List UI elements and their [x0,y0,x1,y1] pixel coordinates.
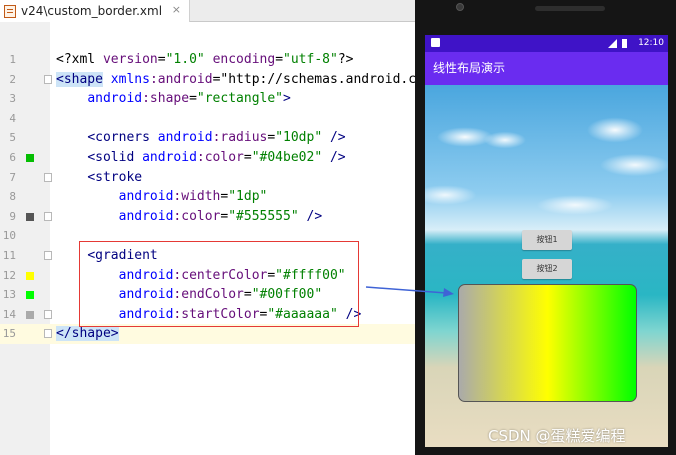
color-swatch-icon[interactable] [26,310,34,319]
color-swatch-icon[interactable] [26,291,34,300]
code-text: <stroke [87,169,143,185]
code-line[interactable]: 9 android:color="#555555" /> [0,207,415,227]
code-line[interactable]: 7 <stroke [0,168,415,188]
app-title-bar: 线性布局演示 [425,52,668,85]
fold-marker-icon[interactable] [44,329,52,339]
notification-icon [431,38,440,47]
status-time: 12:10 [638,38,664,48]
line-number: 11 [2,249,16,262]
beach-background-image: 按钮1 按钮2 [425,85,668,447]
code-text: android:shape="rectangle"> [87,91,291,107]
watermark: CSDN @蛋糕爱编程 [488,427,626,445]
gradient-highlight-box [79,241,359,327]
line-number: 7 [9,170,16,184]
button-1[interactable]: 按钮1 [522,230,572,250]
fold-marker-icon[interactable] [44,309,52,319]
file-tab-label: v24\custom_border.xml [21,4,163,18]
code-line[interactable]: 6 <solid android:color="#04be02" /> [0,148,415,168]
line-number: 2 [9,72,16,86]
line-number: 3 [9,92,16,106]
code-line[interactable]: 15 </shape> [0,324,415,344]
line-number: 12 [2,268,16,282]
app-title: 线性布局演示 [433,61,506,75]
line-number: 6 [9,151,16,164]
line-number: 14 [2,307,16,321]
line-number: 8 [9,190,16,204]
code-line[interactable]: 3 android:shape="rectangle"> [0,89,415,109]
code-line[interactable]: 1 <?xml version="1.0" encoding="utf-8"?> [0,50,415,70]
close-tab-icon[interactable]: × [172,3,181,16]
battery-icon [622,39,627,48]
code-text: android:color="#555555" /> [118,208,323,224]
code-text: <solid android:color="#04be02" /> [87,150,346,165]
color-swatch-icon[interactable] [26,271,34,280]
code-line[interactable]: 4 [0,109,415,129]
editor-tab-bar: v24\custom_border.xml × [0,0,415,22]
phone-screen: 12:10 线性布局演示 按钮1 按钮2 [425,35,668,447]
color-swatch-icon[interactable] [26,212,34,221]
file-tab[interactable]: v24\custom_border.xml × [0,0,190,22]
line-number: 5 [9,131,16,145]
code-line[interactable]: 2 <shape xmlns:android="http://schemas.an… [0,70,432,90]
code-text: </shape> [56,326,119,342]
fold-marker-icon[interactable] [44,172,52,182]
code-line[interactable]: 5 <corners android:radius="10dp" /> [0,128,415,148]
code-text: android:width="1dp" [118,189,268,205]
speaker-grille [535,6,605,11]
line-number: 13 [2,288,16,302]
line-number: 1 [9,53,16,66]
code-editor: v24\custom_border.xml × 1 <?xml version="… [0,0,432,455]
camera-icon [456,3,464,11]
fold-marker-icon[interactable] [44,74,52,84]
color-swatch-icon[interactable] [26,154,34,162]
gradient-shape-view [458,284,637,402]
arrow-icon [365,286,454,297]
gutter-spacer [0,22,50,50]
code-text: <corners android:radius="10dp" /> [87,130,346,146]
line-number: 9 [9,209,16,223]
signal-icon [608,39,617,48]
line-number: 15 [2,327,16,341]
code-text: <shape xmlns:android="http://schemas.and… [56,71,432,87]
line-number: 10 [2,229,16,243]
fold-marker-icon[interactable] [44,251,52,260]
line-number: 4 [9,111,16,125]
code-line[interactable]: 8 android:width="1dp" [0,187,415,207]
xml-file-icon [4,4,16,18]
status-icons [608,39,638,48]
status-bar: 12:10 [425,35,668,52]
button-2[interactable]: 按钮2 [522,259,572,279]
fold-marker-icon[interactable] [44,211,52,221]
code-text: <?xml version="1.0" encoding="utf-8"?> [56,52,354,67]
